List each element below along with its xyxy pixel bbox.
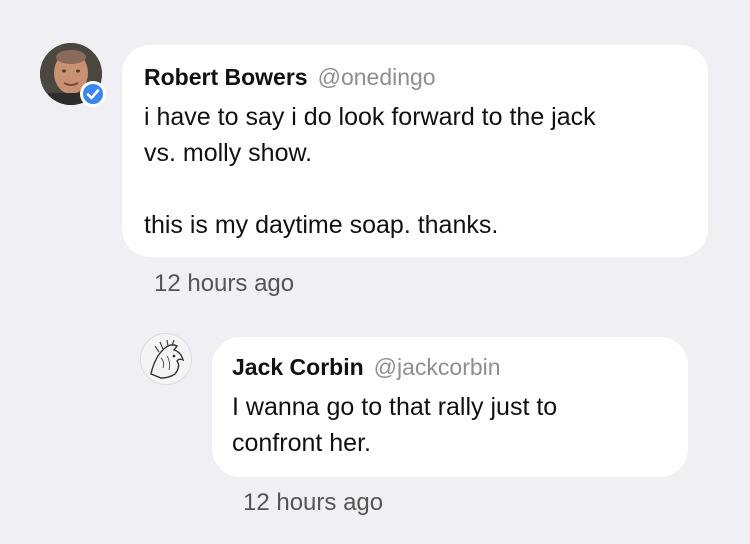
avatar-jack-corbin[interactable] bbox=[140, 333, 192, 385]
author-name[interactable]: Robert Bowers bbox=[144, 64, 308, 90]
comment-text-line: vs. molly show. bbox=[144, 139, 313, 167]
verified-badge-icon bbox=[80, 81, 106, 107]
reply-bubble[interactable]: Jack Corbin @jackcorbin I wanna go to tha… bbox=[212, 337, 688, 477]
comment-header: Robert Bowers @onedingo bbox=[144, 63, 686, 91]
comment-text-line: this is my daytime soap. thanks. bbox=[144, 211, 499, 239]
author-handle[interactable]: @jackcorbin bbox=[374, 354, 501, 380]
avatar-sketch bbox=[140, 333, 192, 385]
comment-text-line: i have to say i do look forward to the j… bbox=[144, 103, 596, 131]
comment-thread: Robert Bowers @onedingo i have to say i d… bbox=[0, 0, 750, 544]
reply-text-line: confront her. bbox=[232, 429, 371, 457]
reply-text-line: I wanna go to that rally just to bbox=[232, 393, 558, 421]
reply-timestamp: 12 hours ago bbox=[243, 489, 384, 516]
reply-text: I wanna go to that rally just to confron… bbox=[232, 389, 668, 461]
author-name[interactable]: Jack Corbin bbox=[232, 354, 364, 380]
author-handle[interactable]: @onedingo bbox=[318, 64, 436, 90]
avatar-robert-bowers[interactable] bbox=[40, 43, 106, 107]
comment-timestamp: 12 hours ago bbox=[154, 270, 295, 297]
reply-header: Jack Corbin @jackcorbin bbox=[232, 353, 668, 381]
comment-bubble[interactable]: Robert Bowers @onedingo i have to say i d… bbox=[122, 45, 708, 257]
comment-text: i have to say i do look forward to the j… bbox=[144, 99, 686, 243]
